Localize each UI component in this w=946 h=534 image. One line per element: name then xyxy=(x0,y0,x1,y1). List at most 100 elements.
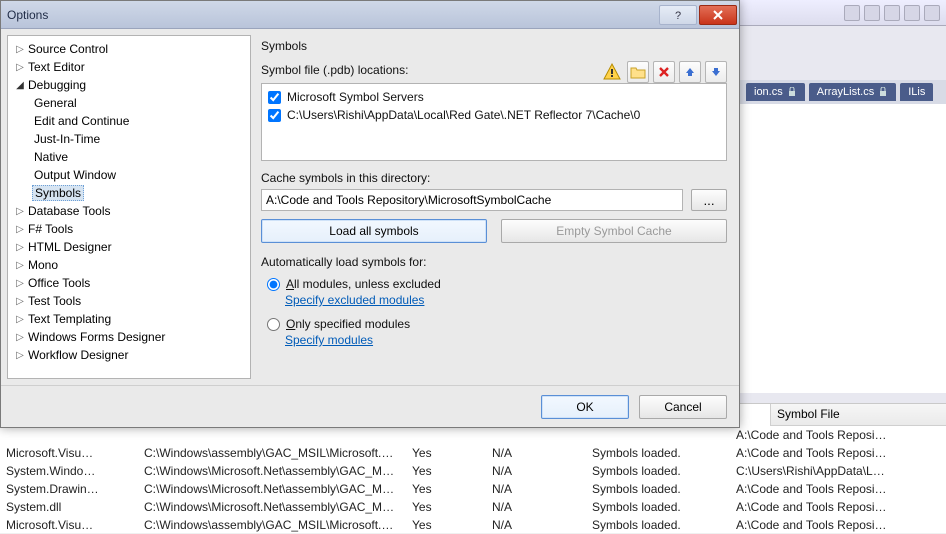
arrow-up-icon[interactable] xyxy=(679,61,701,83)
cell-path: C:\Windows\Microsoft.Net\assembly\GAC_MS… xyxy=(138,482,406,496)
radio-all-label: All modules, unless excluded xyxy=(286,277,441,291)
tree-item[interactable]: Edit and Continue xyxy=(10,112,248,130)
tree-item[interactable]: Symbols xyxy=(10,184,248,202)
tree-item-label: HTML Designer xyxy=(26,240,114,254)
tree-item[interactable]: ▷Windows Forms Designer xyxy=(10,328,248,346)
titlebar[interactable]: Options ? xyxy=(1,1,739,29)
tree-item-label: Text Editor xyxy=(26,60,87,74)
tree-item[interactable]: Just-In-Time xyxy=(10,130,248,148)
tree-item[interactable]: ▷Workflow Designer xyxy=(10,346,248,364)
tree-item[interactable]: General xyxy=(10,94,248,112)
dialog-footer: OK Cancel xyxy=(1,385,739,427)
tree-item-label: Text Templating xyxy=(26,312,113,326)
location-row[interactable]: Microsoft Symbol Servers xyxy=(266,88,722,106)
tree-item[interactable]: Native xyxy=(10,148,248,166)
chevron-right-icon[interactable]: ▷ xyxy=(14,224,26,235)
doc-tab[interactable]: ILis xyxy=(900,83,933,101)
close-button[interactable] xyxy=(699,5,737,25)
location-checkbox[interactable] xyxy=(268,109,281,122)
chevron-right-icon[interactable]: ▷ xyxy=(14,350,26,361)
auto-load-label: Automatically load symbols for: xyxy=(261,255,727,269)
table-row[interactable]: Microsoft.Visu…C:\Windows\assembly\GAC_M… xyxy=(0,444,946,462)
cell-opt: N/A xyxy=(486,500,586,514)
tree-item-label: Database Tools xyxy=(26,204,113,218)
chevron-right-icon[interactable]: ▷ xyxy=(14,62,26,73)
table-row[interactable]: System.dllC:\Windows\Microsoft.Net\assem… xyxy=(0,498,946,516)
tree-item[interactable]: ▷Mono xyxy=(10,256,248,274)
cell-name: Microsoft.Visu… xyxy=(0,518,138,532)
editor-area xyxy=(740,104,946,393)
tree-item[interactable]: Output Window xyxy=(10,166,248,184)
table-row[interactable]: System.Windo…C:\Windows\Microsoft.Net\as… xyxy=(0,462,946,480)
cell-path: C:\Windows\Microsoft.Net\assembly\GAC_MS… xyxy=(138,500,406,514)
tree-item[interactable]: ▷Test Tools xyxy=(10,292,248,310)
location-row[interactable]: C:\Users\Rishi\AppData\Local\Red Gate\.N… xyxy=(266,106,722,124)
doc-tab[interactable]: ion.cs xyxy=(746,83,805,101)
specify-modules-link[interactable]: Specify modules xyxy=(285,333,373,347)
radio-only-label: Only specified modules xyxy=(286,317,410,331)
toolbar-icon[interactable] xyxy=(844,5,860,21)
location-checkbox[interactable] xyxy=(268,91,281,104)
cache-path-input[interactable] xyxy=(261,189,683,211)
empty-symbol-cache-button[interactable]: Empty Symbol Cache xyxy=(501,219,727,243)
chevron-right-icon[interactable]: ▷ xyxy=(14,206,26,217)
radio-all-modules[interactable] xyxy=(267,278,280,291)
chevron-right-icon[interactable]: ▷ xyxy=(14,278,26,289)
table-row[interactable]: Microsoft.Visu…C:\Windows\assembly\GAC_M… xyxy=(0,516,946,534)
toolbar-icon[interactable] xyxy=(864,5,880,21)
cell-path: C:\Windows\Microsoft.Net\assembly\GAC_MS… xyxy=(138,464,406,478)
tree-item-label: Native xyxy=(32,150,70,164)
tree-item[interactable]: ▷Source Control xyxy=(10,40,248,58)
delete-icon[interactable] xyxy=(653,61,675,83)
tree-item-label: Source Control xyxy=(26,42,110,56)
tree-item-label: Symbols xyxy=(32,185,84,201)
tree-item-label: General xyxy=(32,96,79,110)
cell-sym: A:\Code and Tools Reposi… xyxy=(730,428,906,442)
tree-item-label: F# Tools xyxy=(26,222,75,236)
browse-button[interactable]: ... xyxy=(691,189,727,211)
svg-text:?: ? xyxy=(675,10,681,22)
chevron-right-icon[interactable]: ▷ xyxy=(14,260,26,271)
cache-label: Cache symbols in this directory: xyxy=(261,171,727,185)
locations-list[interactable]: Microsoft Symbol Servers C:\Users\Rishi\… xyxy=(261,83,727,161)
column-header-symbol-file[interactable]: Symbol File xyxy=(770,404,946,426)
tree-item[interactable]: ▷Text Editor xyxy=(10,58,248,76)
chevron-down-icon[interactable]: ◢ xyxy=(14,80,26,91)
tree-item[interactable]: ▷Office Tools xyxy=(10,274,248,292)
cell-sym: A:\Code and Tools Reposi… xyxy=(730,500,906,514)
chevron-right-icon[interactable]: ▷ xyxy=(14,242,26,253)
cell-status: Symbols loaded. xyxy=(586,518,730,532)
tree-item[interactable]: ▷HTML Designer xyxy=(10,238,248,256)
help-button[interactable]: ? xyxy=(659,5,697,25)
options-tree[interactable]: ▷Source Control▷Text Editor◢DebuggingGen… xyxy=(7,35,251,379)
toolbar-icon[interactable] xyxy=(884,5,900,21)
ok-button[interactable]: OK xyxy=(541,395,629,419)
toolbar-icon[interactable] xyxy=(904,5,920,21)
load-all-symbols-button[interactable]: Load all symbols xyxy=(261,219,487,243)
panel-heading: Symbols xyxy=(261,39,727,53)
symbols-panel: Symbols Symbol file (.pdb) locatio xyxy=(257,29,739,385)
table-row[interactable]: System.Drawin…C:\Windows\Microsoft.Net\a… xyxy=(0,480,946,498)
folder-open-icon[interactable] xyxy=(627,61,649,83)
cell-uc: Yes xyxy=(406,500,486,514)
tree-item[interactable]: ▷F# Tools xyxy=(10,220,248,238)
cell-uc: Yes xyxy=(406,482,486,496)
doc-tab[interactable]: ArrayList.cs xyxy=(809,83,896,101)
toolbar-icon[interactable] xyxy=(924,5,940,21)
lock-icon xyxy=(787,87,797,97)
chevron-right-icon[interactable]: ▷ xyxy=(14,44,26,55)
specify-excluded-link[interactable]: Specify excluded modules xyxy=(285,293,424,307)
cancel-button[interactable]: Cancel xyxy=(639,395,727,419)
tree-item[interactable]: ◢Debugging xyxy=(10,76,248,94)
tab-label: ion.cs xyxy=(754,86,783,98)
chevron-right-icon[interactable]: ▷ xyxy=(14,314,26,325)
table-row[interactable]: A:\Code and Tools Reposi… xyxy=(0,426,946,444)
tree-item[interactable]: ▷Database Tools xyxy=(10,202,248,220)
chevron-right-icon[interactable]: ▷ xyxy=(14,296,26,307)
chevron-right-icon[interactable]: ▷ xyxy=(14,332,26,343)
tree-item[interactable]: ▷Text Templating xyxy=(10,310,248,328)
cell-opt: N/A xyxy=(486,482,586,496)
radio-only-modules[interactable] xyxy=(267,318,280,331)
cell-path: C:\Windows\assembly\GAC_MSIL\Microsoft.V… xyxy=(138,446,406,460)
arrow-down-icon[interactable] xyxy=(705,61,727,83)
